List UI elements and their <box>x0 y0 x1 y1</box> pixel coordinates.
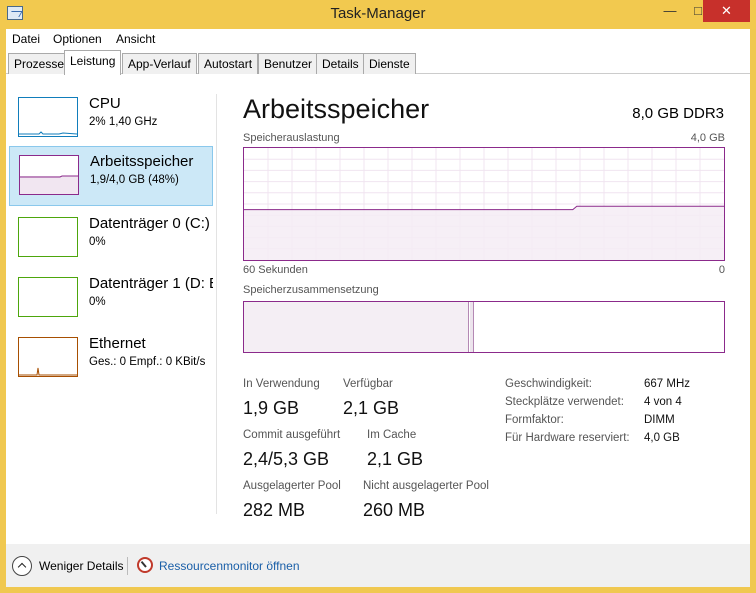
tab-prozesse[interactable]: Prozesse <box>8 53 71 74</box>
available-value: 2,1 GB <box>343 398 400 418</box>
slots-value: 4 von 4 <box>644 396 682 408</box>
sidebar-item-memory[interactable]: Arbeitsspeicher 1,9/4,0 GB (48%) <box>9 146 213 206</box>
sidebar-item-ethernet[interactable]: Ethernet Ges.: 0 Empf.: 0 KBit/s <box>9 329 213 389</box>
sidebar-item-value: 2% 1,40 GHz <box>89 116 158 128</box>
window-title: Task-Manager <box>330 5 426 22</box>
tab-details[interactable]: Details <box>316 53 365 74</box>
close-button[interactable]: ✕ <box>703 0 750 22</box>
disk-1-thumbnail-graph <box>18 277 78 317</box>
sidebar-item-value: 0% <box>89 296 106 308</box>
sidebar-item-value: Ges.: 0 Empf.: 0 KBit/s <box>89 356 206 368</box>
slots-label: Steckplätze verwendet: <box>505 396 624 408</box>
tab-bar: Prozesse Leistung App-Verlauf Autostart … <box>6 49 750 75</box>
composition-in-use <box>244 302 469 352</box>
sidebar-item-cpu[interactable]: CPU 2% 1,40 GHz <box>9 89 213 149</box>
minimize-button[interactable]: — <box>656 0 684 22</box>
cache-label: Im Cache <box>367 429 417 441</box>
speed-value: 667 MHz <box>644 378 691 390</box>
footer-divider <box>127 557 128 575</box>
resource-monitor-icon <box>137 557 153 573</box>
sidebar-item-disk-0[interactable]: Datenträger 0 (C:) 0% <box>9 209 213 269</box>
nonpaged-pool-value: 260 MB <box>363 500 426 520</box>
sidebar-item-label: CPU <box>89 95 121 112</box>
footer-bar: Weniger Details Ressourcenmonitor öffnen <box>6 544 750 587</box>
form-factor-value: DIMM <box>644 414 675 426</box>
tab-leistung[interactable]: Leistung <box>64 50 122 75</box>
in-use-value: 1,9 GB <box>243 398 300 418</box>
commit-label: Commit ausgeführt <box>243 429 341 441</box>
hardware-reserved-value: 4,0 GB <box>644 432 680 444</box>
tab-app-verlauf[interactable]: App-Verlauf <box>122 53 197 74</box>
sidebar-divider <box>216 94 217 514</box>
resource-monitor-link[interactable]: Ressourcenmonitor öffnen <box>159 559 300 573</box>
form-factor-label: Formfaktor: <box>505 414 564 426</box>
composition-modified <box>470 302 474 352</box>
tab-benutzer[interactable]: Benutzer <box>258 53 319 74</box>
sidebar-item-label: Arbeitsspeicher <box>90 153 194 170</box>
cache-value: 2,1 GB <box>367 449 424 469</box>
disk-0-thumbnail-graph <box>18 217 78 257</box>
ethernet-thumbnail-graph <box>18 337 78 377</box>
paged-pool-label: Ausgelagerter Pool <box>243 480 341 492</box>
performance-pane: CPU 2% 1,40 GHz Arbeitsspeicher 1,9/4,0 … <box>6 74 750 544</box>
memory-usage-graph <box>243 147 725 261</box>
sidebar-item-label: Datenträger 1 (D: E:) <box>89 275 213 292</box>
commit-value: 2,4/5,3 GB <box>243 449 330 469</box>
title-bar: Task-Manager — □ ✕ <box>0 0 756 29</box>
sidebar-item-disk-1[interactable]: Datenträger 1 (D: E:) 0% <box>9 269 213 329</box>
memory-composition-bar <box>243 301 725 353</box>
usage-graph-time-label: 60 Sekunden <box>243 264 308 276</box>
usage-graph-zero-label: 0 <box>718 264 725 276</box>
memory-spec: 8,0 GB DDR3 <box>632 105 724 122</box>
sidebar-item-label: Datenträger 0 (C:) <box>89 215 210 232</box>
speed-label: Geschwindigkeit: <box>505 378 592 390</box>
fewer-details-button[interactable]: Weniger Details <box>39 559 123 573</box>
sidebar-item-value: 1,9/4,0 GB (48%) <box>90 174 179 186</box>
menu-bar: Datei Optionen Ansicht <box>6 29 750 49</box>
paged-pool-value: 282 MB <box>243 500 306 520</box>
sidebar-item-label: Ethernet <box>89 335 146 352</box>
menu-datei[interactable]: Datei <box>12 32 40 46</box>
in-use-label: In Verwendung <box>243 378 320 390</box>
composition-label: Speicherzusammensetzung <box>243 284 379 296</box>
hardware-reserved-label: Für Hardware reserviert: <box>505 432 630 444</box>
chevron-up-icon[interactable] <box>12 556 32 576</box>
tab-autostart[interactable]: Autostart <box>198 53 259 74</box>
menu-optionen[interactable]: Optionen <box>53 32 102 46</box>
usage-graph-max-label: 4,0 GB <box>690 132 725 144</box>
sidebar-item-value: 0% <box>89 236 106 248</box>
menu-ansicht[interactable]: Ansicht <box>116 32 155 46</box>
tab-dienste[interactable]: Dienste <box>363 53 416 74</box>
memory-thumbnail-graph <box>19 155 79 195</box>
usage-graph-label: Speicherauslastung <box>243 132 340 144</box>
cpu-thumbnail-graph <box>18 97 78 137</box>
nonpaged-pool-label: Nicht ausgelagerter Pool <box>363 480 489 492</box>
page-title: Arbeitsspeicher <box>243 94 430 124</box>
available-label: Verfügbar <box>343 378 393 390</box>
